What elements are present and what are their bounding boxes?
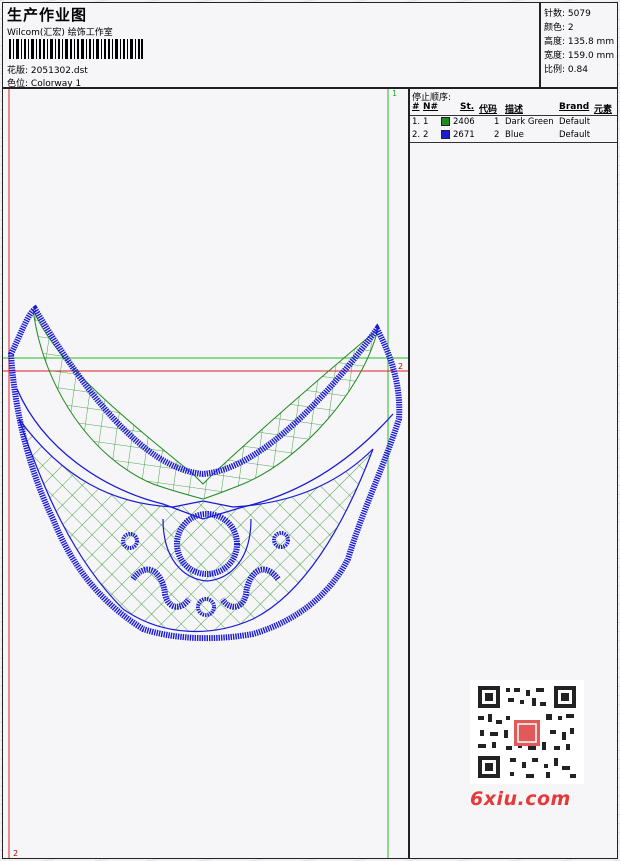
stat-scale: 比例: 0.84 bbox=[544, 62, 588, 75]
watermark-site: 6xiu.com bbox=[470, 788, 571, 810]
stat-stitches: 针数: 5079 bbox=[544, 6, 591, 19]
row-needle: 2 bbox=[423, 130, 429, 140]
row-needle: 1 bbox=[423, 117, 429, 127]
horizontal-guide-marker: 2 bbox=[398, 362, 404, 371]
page-title: 生产作业图 bbox=[7, 6, 88, 24]
stat-value: 5079 bbox=[567, 9, 591, 19]
stat-colors: 颜色: 2 bbox=[544, 20, 574, 33]
design-preview: 1 2 2 bbox=[2, 88, 409, 859]
col-index: # bbox=[412, 102, 420, 112]
col-element: 元素 bbox=[594, 105, 613, 115]
color-swatch bbox=[441, 130, 450, 139]
embroidery-canvas bbox=[3, 89, 408, 858]
stat-label: 宽度: bbox=[544, 51, 566, 61]
barcode bbox=[9, 39, 143, 59]
table-bottom-line bbox=[410, 142, 617, 143]
stat-height: 高度: 135.8 mm bbox=[544, 34, 614, 47]
stat-width: 宽度: 159.0 mm bbox=[544, 48, 614, 61]
design-file-name: 2051302.dst bbox=[30, 66, 88, 76]
stats-panel: 针数: 5079 颜色: 2 高度: 135.8 mm 宽度: 159.0 mm… bbox=[540, 2, 618, 88]
row-stop: 2 bbox=[494, 130, 500, 140]
col-st: St. bbox=[460, 102, 475, 112]
stat-value: 135.8 mm bbox=[567, 37, 615, 47]
row-description: Blue bbox=[505, 130, 524, 140]
col-needle: N# bbox=[423, 102, 439, 112]
stat-label: 比例: bbox=[544, 65, 566, 75]
color-swatch bbox=[441, 117, 450, 126]
production-sheet: 生产作业图 Wilcom(汇宏) 绘饰工作室 花版: 2051302.dst 色… bbox=[0, 0, 620, 861]
col-brand: Brand bbox=[559, 102, 590, 112]
row-brand: Default bbox=[559, 130, 591, 140]
row-code: 2406 bbox=[453, 117, 475, 127]
bottom-guide-marker: 2 bbox=[13, 849, 19, 858]
design-file-row: 花版: 2051302.dst bbox=[7, 63, 88, 76]
vertical-guide-marker: 1 bbox=[392, 89, 398, 98]
lower-hatched-body bbox=[18, 418, 374, 633]
stat-label: 高度: bbox=[544, 37, 566, 47]
design-file-label: 花版: bbox=[7, 66, 29, 76]
table-divider bbox=[410, 115, 617, 116]
stat-label: 针数: bbox=[544, 9, 566, 19]
stat-value: 159.0 mm bbox=[567, 51, 615, 61]
row-description: Dark Green bbox=[505, 117, 554, 127]
row-index: 2. bbox=[412, 130, 421, 140]
row-index: 1. bbox=[412, 117, 421, 127]
upper-grid-collar bbox=[32, 308, 379, 500]
stat-value: 0.84 bbox=[567, 65, 588, 75]
col-description: 描述 bbox=[505, 105, 524, 115]
stat-label: 颜色: bbox=[544, 23, 566, 33]
row-stop: 1 bbox=[494, 117, 500, 127]
header-panel: 生产作业图 Wilcom(汇宏) 绘饰工作室 花版: 2051302.dst 色… bbox=[2, 2, 540, 89]
row-brand: Default bbox=[559, 117, 591, 127]
stat-value: 2 bbox=[567, 23, 574, 33]
qr-code-watermark bbox=[470, 680, 584, 784]
studio-subtitle: Wilcom(汇宏) 绘饰工作室 bbox=[7, 28, 113, 38]
row-code: 2671 bbox=[453, 130, 475, 140]
col-code: 代码 bbox=[479, 105, 498, 115]
